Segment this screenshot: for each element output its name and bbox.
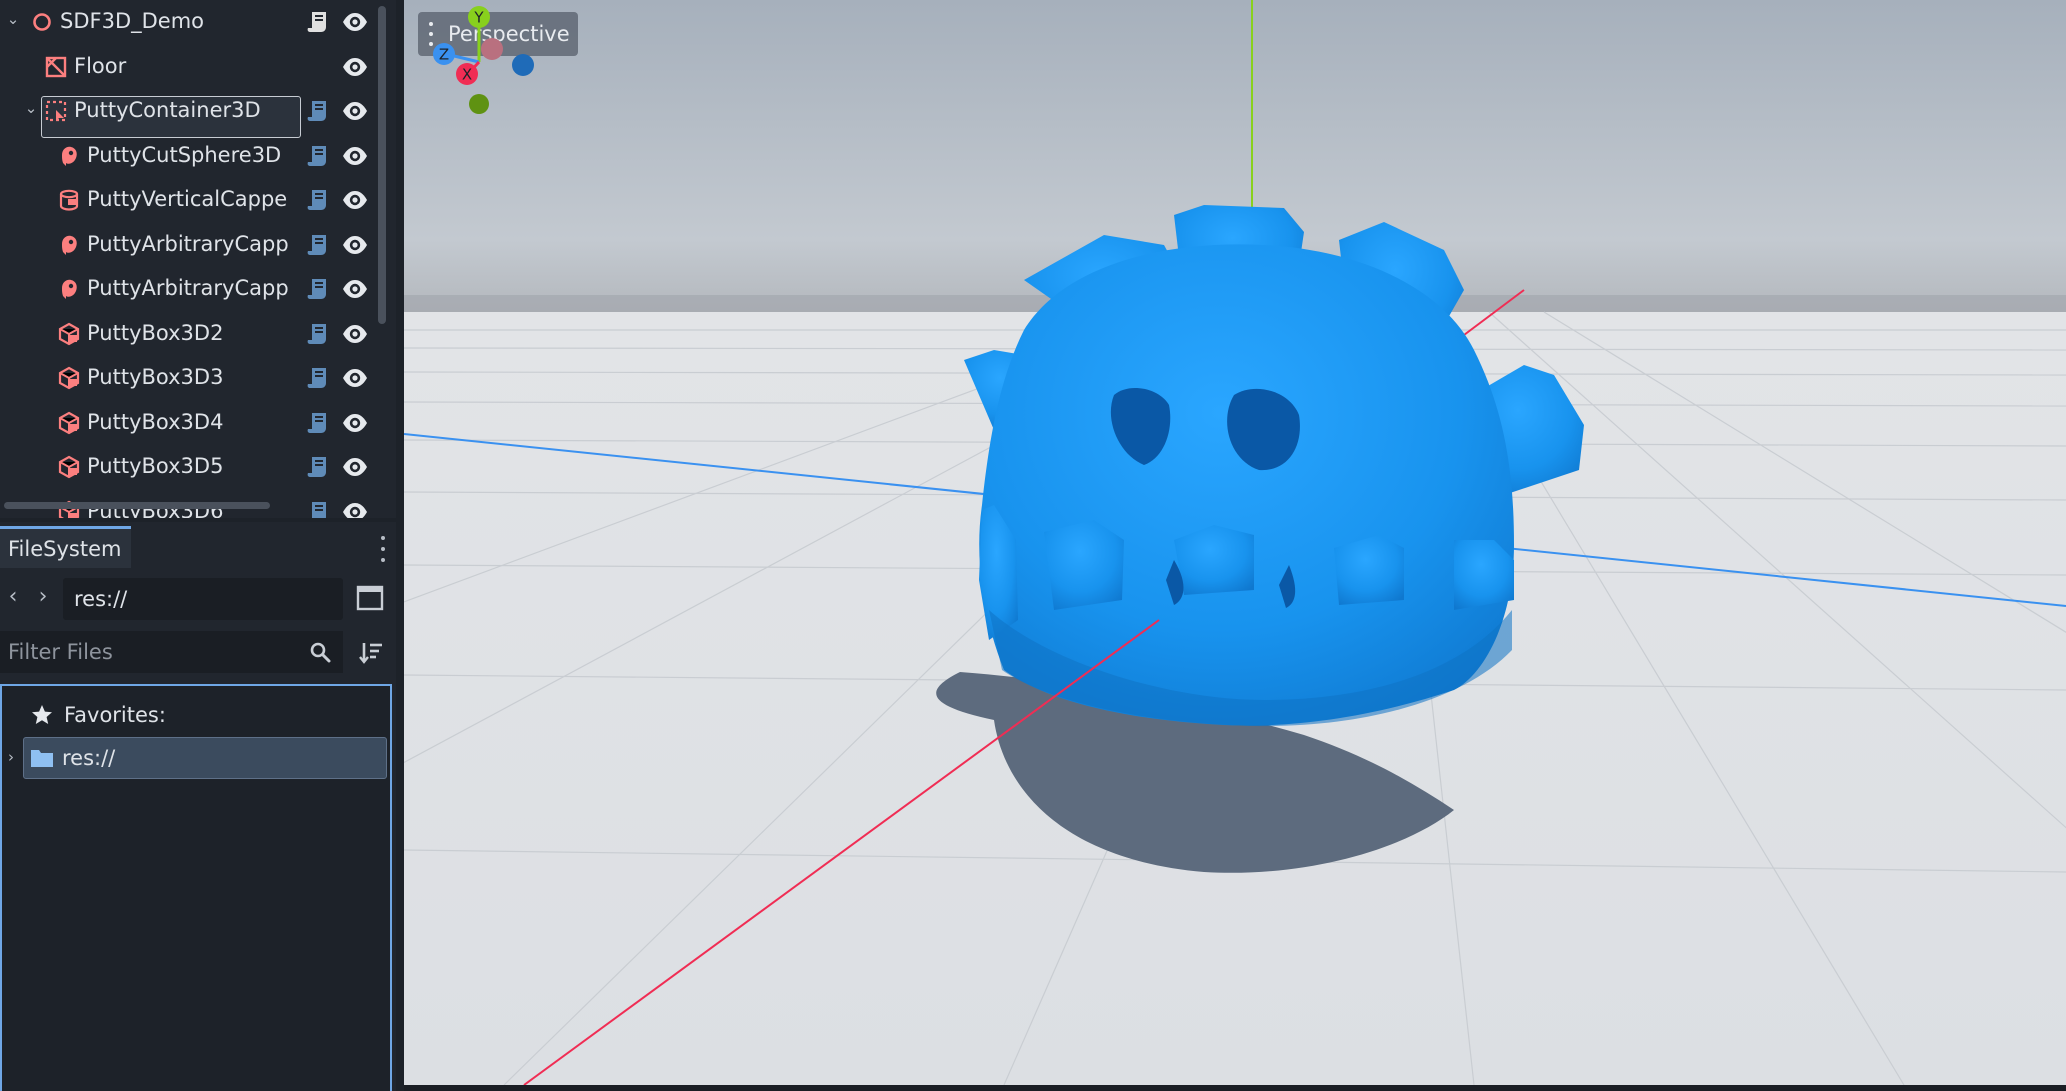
scene-tree-node-label: PuttyBox3D2 [87, 320, 224, 345]
gizmo-z-label: Z [439, 46, 449, 64]
scene-tree-node[interactable]: ⌄ PuttyContainer3D [0, 89, 378, 133]
scene-tree-node-label: PuttyContainer3D [74, 98, 261, 122]
scene-tree-node-label: PuttyCutSphere3D [87, 142, 282, 167]
putty-box-icon [58, 455, 80, 479]
scene-tree-node[interactable]: PuttyBox3D2 [0, 312, 378, 356]
favorites-label: Favorites: [64, 703, 166, 727]
nav-forward-chevron-icon[interactable]: › [32, 578, 54, 614]
scene-tree-node-label: PuttyBox3D4 [87, 409, 224, 434]
split-layout-icon[interactable] [356, 584, 384, 612]
file-tree-root-res[interactable]: res:// [23, 737, 387, 779]
scene-tree-node[interactable]: PuttyCutSphere3D [0, 134, 378, 178]
script-icon[interactable] [306, 99, 328, 123]
scene-tree-node[interactable]: PuttyBox3D4 [0, 401, 378, 445]
putty-cylinder-icon [59, 189, 79, 211]
visibility-eye-icon[interactable] [342, 457, 368, 477]
scene-tree-node[interactable]: PuttyBox3D5 [0, 445, 378, 489]
filter-files-placeholder: Filter Files [8, 640, 113, 664]
tab-filesystem[interactable]: FileSystem [0, 526, 131, 568]
putty-box-icon [58, 322, 80, 345]
putty-box-icon [58, 411, 80, 434]
filter-files-input[interactable]: Filter Files [0, 631, 343, 673]
dock-menu-kebab-icon[interactable] [378, 536, 388, 562]
scene-tree-node[interactable]: ⌄ SDF3D_Demo [0, 0, 378, 44]
favorites-row[interactable]: Favorites: [30, 700, 166, 730]
viewport-bottom-border [404, 1085, 2066, 1091]
star-icon [32, 705, 52, 724]
script-icon[interactable] [306, 366, 328, 390]
putty-sphere-icon [62, 146, 77, 166]
filesystem-dock: FileSystem ‹ › res:// Filter Files Favor… [0, 522, 396, 1091]
visibility-eye-icon[interactable] [342, 368, 368, 388]
tab-filesystem-label: FileSystem [8, 536, 122, 561]
scene-tree-node[interactable]: PuttyArbitraryCapp [0, 223, 378, 267]
putty-sphere-icon [62, 235, 77, 255]
file-tree-root-label: res:// [62, 746, 116, 770]
sort-icon[interactable] [358, 640, 384, 666]
viewport-scene-render [404, 0, 2066, 1085]
scene-tree-horizontal-scrollbar[interactable] [4, 502, 270, 509]
scene-tree-node-label: PuttyBox3D5 [87, 454, 224, 478]
scene-tree-node-label: PuttyArbitraryCapp [87, 231, 289, 256]
collapse-arrow-icon[interactable]: ⌄ [22, 99, 40, 117]
node3d-circle-icon [33, 13, 51, 31]
file-tree: Favorites: › res:// [0, 684, 392, 1091]
scene-tree-node-label: PuttyBox3D3 [87, 365, 224, 389]
script-icon[interactable] [306, 144, 328, 168]
path-field[interactable]: res:// [63, 578, 343, 620]
scene-tree-node-label: Floor [74, 53, 127, 78]
container-dotted-icon [45, 100, 67, 122]
csg-mesh-icon [45, 56, 67, 77]
visibility-eye-icon[interactable] [342, 324, 368, 344]
visibility-eye-icon[interactable] [342, 413, 368, 433]
visibility-eye-icon[interactable] [342, 146, 368, 166]
script-icon[interactable] [306, 10, 328, 34]
scene-tree-panel: ⌄ SDF3D_Demo Floor ⌄ PuttyContainer3D PuttyCu… [0, 0, 396, 518]
visibility-eye-icon[interactable] [342, 101, 368, 121]
visibility-eye-icon[interactable] [342, 12, 368, 32]
script-icon[interactable] [306, 322, 328, 346]
script-icon[interactable] [306, 500, 328, 519]
3d-viewport[interactable]: Perspective Y Z X [404, 0, 2066, 1085]
visibility-eye-icon[interactable] [342, 279, 368, 299]
visibility-eye-icon[interactable] [342, 502, 368, 519]
gizmo-y-label: Y [473, 9, 484, 27]
scene-tree-vertical-scrollbar[interactable] [378, 6, 386, 324]
scene-tree-node[interactable]: Floor [0, 45, 378, 89]
path-field-value: res:// [74, 587, 128, 611]
scene-tree-node-label: SDF3D_Demo [60, 9, 205, 33]
putty-box-icon [58, 366, 80, 390]
scene-tree-node[interactable]: PuttyArbitraryCapp [0, 267, 378, 311]
folder-icon [31, 750, 53, 767]
visibility-eye-icon[interactable] [342, 235, 368, 255]
scene-tree-node[interactable]: PuttyVerticalCappe [0, 178, 378, 222]
gizmo-x-label: X [462, 66, 472, 84]
script-icon[interactable] [306, 233, 328, 257]
nav-back-chevron-icon[interactable]: ‹ [2, 578, 24, 614]
script-icon[interactable] [306, 411, 328, 435]
putty-sphere-icon [62, 279, 77, 299]
script-icon[interactable] [306, 455, 328, 479]
orientation-gizmo[interactable]: Y Z X [404, 0, 540, 120]
script-icon[interactable] [306, 277, 328, 301]
scene-tree-node[interactable]: PuttyBox3D3 [0, 356, 378, 400]
visibility-eye-icon[interactable] [342, 57, 368, 77]
scene-tree-node-label: PuttyArbitraryCapp [87, 276, 289, 300]
visibility-eye-icon[interactable] [342, 190, 368, 210]
search-icon [310, 642, 331, 663]
collapse-arrow-icon[interactable]: ⌄ [4, 10, 22, 28]
script-icon[interactable] [306, 188, 328, 212]
scene-tree-node-label: PuttyVerticalCappe [87, 187, 288, 211]
expand-arrow-icon[interactable]: › [8, 748, 14, 766]
